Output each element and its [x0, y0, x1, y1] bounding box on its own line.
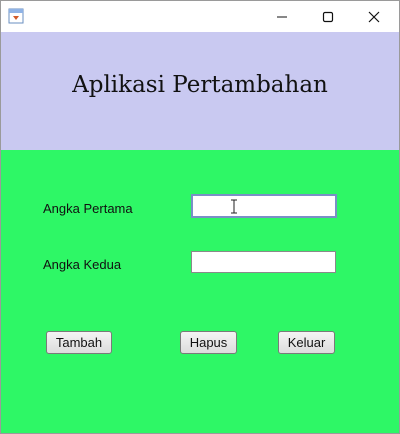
- close-button[interactable]: [351, 1, 397, 32]
- clear-button[interactable]: Hapus: [180, 331, 237, 354]
- form-panel: Angka Pertama Angka Kedua Tambah Hapus K…: [1, 150, 399, 433]
- app-title: Aplikasi Pertambahan: [72, 72, 328, 98]
- maximize-button[interactable]: [305, 1, 351, 32]
- second-number-field[interactable]: [191, 251, 336, 273]
- header-panel: Aplikasi Pertambahan: [1, 32, 399, 150]
- exit-button[interactable]: Keluar: [278, 331, 335, 354]
- minimize-button[interactable]: [259, 1, 305, 32]
- app-window: Aplikasi Pertambahan Angka Pertama Angka…: [0, 0, 400, 434]
- first-number-field[interactable]: [191, 194, 337, 218]
- add-button[interactable]: Tambah: [46, 331, 112, 354]
- minimize-icon: [277, 16, 287, 17]
- close-icon: [368, 11, 380, 22]
- title-bar: [1, 1, 399, 32]
- text-cursor-icon: [231, 199, 237, 214]
- maximize-icon: [322, 11, 334, 22]
- first-number-label: Angka Pertama: [43, 201, 133, 216]
- java-app-icon[interactable]: [8, 8, 24, 24]
- second-number-label: Angka Kedua: [43, 257, 122, 272]
